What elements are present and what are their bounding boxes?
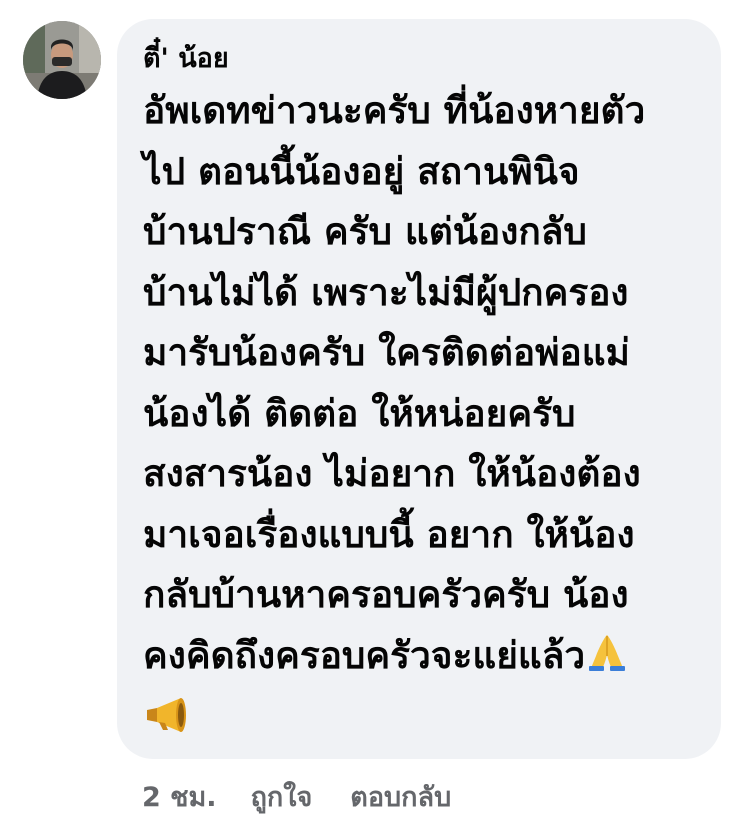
comment-line: น้องได้ ติดต่อ ให้หน่อยครับ	[143, 391, 576, 435]
comment-line: มาเจอเรื่องแบบนี้ อยาก ให้น้อง	[143, 512, 635, 556]
comment-text: อัพเดทข่าวนะครับ ที่น้องหายตัว ไป ตอนนี้…	[143, 81, 695, 690]
comment-line-text: คงคิดถึงครอบครัวจะแย่แล้ว	[143, 633, 586, 677]
comment-line: มารับน้องครับ ใครติดต่อพ่อแม่	[143, 331, 630, 374]
megaphone-emoji	[143, 694, 193, 734]
folded-hands-emoji	[587, 630, 627, 691]
comment-line: ไป ตอนนี้น้องอยู่ สถานพินิจ	[143, 149, 580, 193]
comment-line-last: คงคิดถึงครอบครัวจะแย่แล้ว	[143, 626, 695, 691]
avatar[interactable]	[23, 21, 101, 99]
comment-line: สงสารน้อง ไม่อยาก ให้น้องต้อง	[143, 452, 641, 495]
comment-line: บ้านปราณี ครับ แต่น้องกลับ	[143, 210, 587, 253]
comment-bubble: ตี๋' น้อย อัพเดทข่าวนะครับ ที่น้องหายตัว…	[117, 19, 721, 759]
comment-line: กลับบ้านหาครอบครัวครับ น้อง	[143, 573, 629, 616]
comment-actions: 2 ชม. ถูกใจ ตอบกลับ	[142, 776, 451, 816]
comment-timestamp[interactable]: 2 ชม.	[142, 775, 217, 818]
comment-container: ตี๋' น้อย อัพเดทข่าวนะครับ ที่น้องหายตัว…	[0, 0, 749, 822]
comment-author[interactable]: ตี๋' น้อย	[143, 41, 695, 77]
comment-line: อัพเดทข่าวนะครับ ที่น้องหายตัว	[143, 89, 646, 132]
like-button[interactable]: ถูกใจ	[251, 775, 313, 818]
reply-button[interactable]: ตอบกลับ	[350, 775, 451, 818]
comment-line: บ้านไม่ได้ เพราะไม่มีผู้ปกครอง	[143, 270, 629, 314]
user-avatar-photo	[23, 21, 101, 99]
